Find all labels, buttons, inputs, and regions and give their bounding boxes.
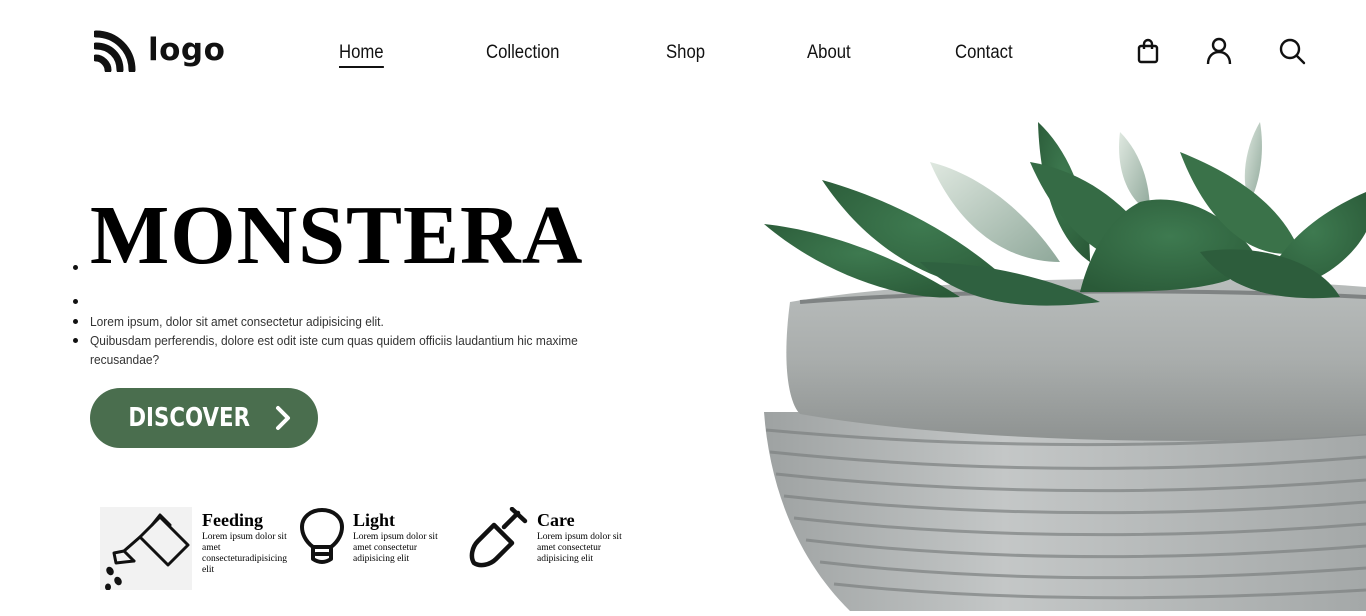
feature-text: Lorem ipsum dolor sit amet consectetur a… (353, 532, 438, 564)
list-bullet (73, 265, 78, 270)
list-bullet (73, 299, 78, 304)
hero-description-line: Lorem ipsum, dolor sit amet consectetur … (90, 314, 384, 329)
succulent-pot-image (760, 112, 1366, 611)
nav-contact[interactable]: Contact (955, 42, 1013, 64)
logo-text: logo (148, 32, 226, 68)
feature-title: Feeding (202, 510, 263, 530)
shovel-icon (468, 506, 530, 574)
light-bulb-icon (299, 507, 345, 572)
hero-title: MONSTERA (90, 189, 584, 282)
nav-shop[interactable]: Shop (666, 42, 705, 64)
chevron-right-icon (276, 406, 291, 430)
nav-home[interactable]: Home (339, 42, 384, 68)
nav-about[interactable]: About (807, 42, 851, 64)
discover-button[interactable]: DISCOVER (90, 388, 318, 448)
list-bullet (73, 319, 78, 324)
search-icon[interactable] (1277, 36, 1307, 66)
logo[interactable]: logo (94, 28, 225, 72)
feature-title: Light (353, 510, 396, 530)
rss-logo-icon (94, 30, 136, 72)
hero-description-line: Quibusdam perferendis, dolore est odit i… (90, 333, 578, 348)
nav-collection[interactable]: Collection (486, 42, 559, 64)
feature-title: Care (537, 510, 575, 530)
watering-can-icon (100, 507, 192, 591)
feature-text: Lorem ipsum dolor sit amet consectetur a… (537, 532, 622, 564)
discover-button-label: DISCOVER (128, 403, 250, 433)
hero-description-line: recusandae? (90, 352, 160, 367)
feature-text: Lorem ipsum dolor sit amet consecteturad… (202, 532, 287, 575)
user-icon[interactable] (1204, 36, 1234, 66)
list-bullet (73, 338, 78, 343)
shopping-bag-icon[interactable] (1133, 36, 1163, 66)
